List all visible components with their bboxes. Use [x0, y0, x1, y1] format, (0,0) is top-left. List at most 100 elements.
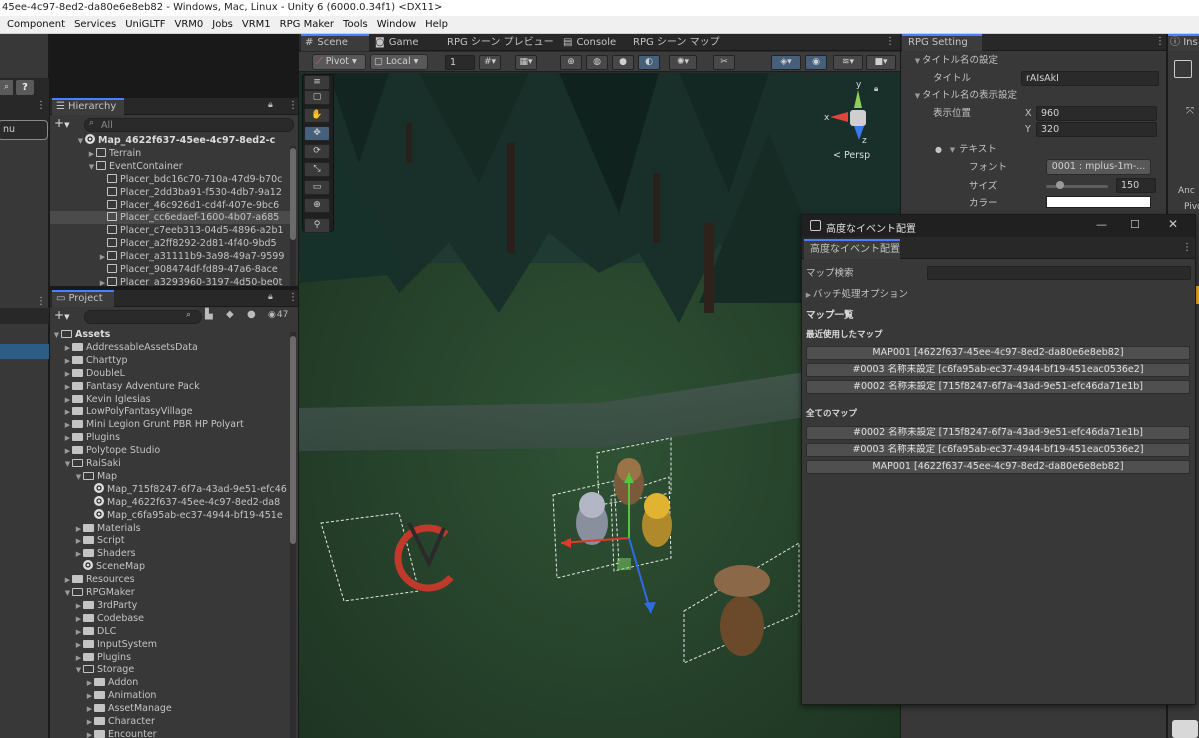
- project-row[interactable]: ▶ Kevin Iglesias: [50, 393, 290, 406]
- chevron-down-icon[interactable]: ▼: [52, 329, 61, 341]
- project-row[interactable]: ▼ Storage: [50, 663, 290, 676]
- orientation-gizmo[interactable]: y x z 🔒︎: [824, 80, 894, 156]
- snap-increment-input[interactable]: 1: [445, 55, 475, 70]
- project-search-input[interactable]: [84, 310, 202, 324]
- chevron-right-icon[interactable]: ▶: [85, 703, 94, 715]
- hierarchy-row[interactable]: ▶ Terrain: [50, 147, 290, 160]
- project-row[interactable]: ▶ AssetManage: [50, 702, 290, 715]
- hand-tool-icon[interactable]: ✋: [304, 108, 330, 123]
- chevron-down-icon[interactable]: ▼: [76, 135, 85, 147]
- chevron-right-icon[interactable]: ▶: [63, 368, 72, 380]
- project-row[interactable]: ▶ Animation: [50, 689, 290, 702]
- project-row[interactable]: ▶ Script: [50, 534, 290, 547]
- rect-tool-icon[interactable]: ⤧: [1186, 106, 1194, 117]
- help-button[interactable]: ?: [16, 80, 34, 95]
- hierarchy-row[interactable]: Placer_46c926d1-cd4f-407e-9bc6: [50, 199, 290, 212]
- text-section[interactable]: ● ▼ テキスト: [935, 143, 997, 157]
- hierarchy-scrollbar[interactable]: [290, 146, 296, 286]
- tab-scene-0[interactable]: # Scene: [301, 34, 369, 51]
- chevron-right-icon[interactable]: ▶: [63, 419, 72, 431]
- project-add-button[interactable]: +▼: [54, 309, 74, 323]
- chevron-right-icon[interactable]: ▶: [63, 445, 72, 457]
- chevron-right-icon[interactable]: ▶: [85, 677, 94, 689]
- wireframe-icon[interactable]: ◍: [586, 55, 608, 70]
- lock-icon[interactable]: 🔒︎: [268, 292, 273, 302]
- chevron-right-icon[interactable]: ▶: [74, 548, 83, 560]
- visibility-icon[interactable]: ◉: [805, 55, 827, 70]
- chevron-right-icon[interactable]: ▶: [63, 381, 72, 393]
- pivot-dropdown[interactable]: ⟋ Pivot ▾: [312, 54, 366, 70]
- chevron-right-icon[interactable]: ▶: [98, 277, 107, 286]
- menu-item-unigltf[interactable]: UniGLTF: [125, 16, 165, 34]
- filter-label-icon[interactable]: ◆: [226, 309, 234, 320]
- menu-dots-icon[interactable]: ⋮: [1182, 242, 1192, 253]
- project-row[interactable]: ▶ Charttyp: [50, 354, 290, 367]
- hierarchy-row[interactable]: Placer_c7eeb313-04d5-4896-a2b1: [50, 224, 290, 237]
- hierarchy-row[interactable]: ▶ Placer_a3293960-3197-4d50-be0t: [50, 276, 290, 286]
- lock-icon[interactable]: 🔒︎: [874, 84, 878, 94]
- custom-tool-icon[interactable]: ⚲: [304, 218, 330, 233]
- project-row[interactable]: ▶ Codebase: [50, 612, 290, 625]
- project-row[interactable]: ▶ Plugins: [50, 651, 290, 664]
- fx-toggle-icon[interactable]: ✂: [713, 55, 735, 70]
- tab-scene-2[interactable]: RPG シーン プレビュー: [443, 34, 555, 51]
- project-row[interactable]: ▶ LowPolyFantasyVillage: [50, 405, 290, 418]
- menu-item-window[interactable]: Window: [377, 16, 416, 34]
- menu-dots-icon[interactable]: ⋮: [1155, 36, 1165, 47]
- map-list-button[interactable]: #0002 名称未設定 [715f8247-6f7a-43ad-9e51-efc…: [806, 380, 1190, 394]
- chevron-right-icon[interactable]: ▶: [74, 535, 83, 547]
- project-row[interactable]: ▶ Addon: [50, 676, 290, 689]
- hierarchy-search-input[interactable]: All: [84, 118, 294, 132]
- chevron-right-icon[interactable]: ▶: [74, 639, 83, 651]
- tab-project[interactable]: ▭ Project: [52, 290, 114, 307]
- tab-event-placement[interactable]: 高度なイベント配置: [804, 239, 900, 259]
- lighting-icon[interactable]: ✺▾: [669, 55, 697, 70]
- chevron-down-icon[interactable]: ▼: [63, 458, 72, 470]
- hierarchy-row[interactable]: ▼ Map_4622f637-45ee-4c97-8ed2-c: [50, 134, 290, 147]
- title-input[interactable]: rAIsAkI: [1021, 71, 1159, 86]
- map-list-button[interactable]: #0003 名称未設定 [c6fa95ab-ec37-4944-bf19-451…: [806, 443, 1190, 457]
- layers-toggle-icon[interactable]: ≋▾: [833, 55, 863, 70]
- menu-dots-icon[interactable]: ⋮: [36, 296, 46, 307]
- project-row[interactable]: ▶ InputSystem: [50, 638, 290, 651]
- stub-selected-row[interactable]: [0, 344, 49, 359]
- position-y-input[interactable]: 320: [1036, 122, 1157, 137]
- map-list-button[interactable]: MAP001 [4622f637-45ee-4c97-8ed2-da80e6e8…: [806, 346, 1190, 360]
- menu-item-vrm0[interactable]: VRM0: [174, 16, 203, 34]
- menu-item-services[interactable]: Services: [74, 16, 116, 34]
- avatar[interactable]: [1172, 720, 1198, 738]
- section-display[interactable]: ▼ タイトル名の表示設定: [913, 89, 1017, 103]
- chevron-right-icon[interactable]: ▶: [85, 716, 94, 728]
- menu-dots-icon[interactable]: ⋮: [288, 292, 298, 303]
- project-row[interactable]: Map_4622f637-45ee-4c97-8ed2-da8: [50, 495, 290, 509]
- project-row[interactable]: ▼ Assets: [50, 328, 290, 341]
- chevron-right-icon[interactable]: ▶: [74, 613, 83, 625]
- project-row[interactable]: ▼ RaiSaki: [50, 457, 290, 470]
- project-scrollbar[interactable]: [290, 332, 296, 738]
- project-row[interactable]: ▶ Fantasy Adventure Pack: [50, 380, 290, 393]
- visibility-icon[interactable]: ◉47: [268, 310, 288, 320]
- maximize-icon[interactable]: ☐: [1130, 218, 1140, 231]
- menu-item-help[interactable]: Help: [425, 16, 448, 34]
- project-row[interactable]: Map_715f8247-6f7a-43ad-9e51-efc46: [50, 482, 290, 496]
- menu-dots-icon[interactable]: ⋮: [288, 100, 298, 111]
- font-dropdown[interactable]: 0001 : mplus-1m-...: [1046, 159, 1151, 175]
- menu-item-tools[interactable]: Tools: [343, 16, 368, 34]
- lit-icon[interactable]: ◐: [638, 55, 660, 70]
- hierarchy-add-button[interactable]: +▼: [54, 117, 74, 131]
- hierarchy-row[interactable]: Placer_bdc16c70-710a-47d9-b70c: [50, 173, 290, 186]
- chevron-right-icon[interactable]: ▶: [74, 652, 83, 664]
- project-row[interactable]: ▶ DoubleL: [50, 367, 290, 380]
- lock-icon[interactable]: 🔒︎: [268, 100, 273, 110]
- chevron-right-icon[interactable]: ▶: [63, 432, 72, 444]
- tab-inspector[interactable]: ⓘ Ins: [1168, 34, 1199, 51]
- tab-rpg-setting[interactable]: RPG Setting: [902, 34, 982, 51]
- view-tool-icon[interactable]: ▢: [304, 90, 330, 105]
- project-row[interactable]: Map_c6fa95ab-ec37-4944-bf19-451e: [50, 508, 290, 522]
- menu-dots-icon[interactable]: ⋮: [36, 100, 46, 111]
- search-icon[interactable]: ⌕: [0, 80, 13, 95]
- chevron-right-icon[interactable]: ▶: [74, 626, 83, 638]
- map-list-button[interactable]: #0003 名称未設定 [c6fa95ab-ec37-4944-bf19-451…: [806, 363, 1190, 377]
- hierarchy-row[interactable]: Placer_2dd3ba91-f530-4db7-9a12: [50, 186, 290, 199]
- stub-field[interactable]: nu: [0, 120, 48, 140]
